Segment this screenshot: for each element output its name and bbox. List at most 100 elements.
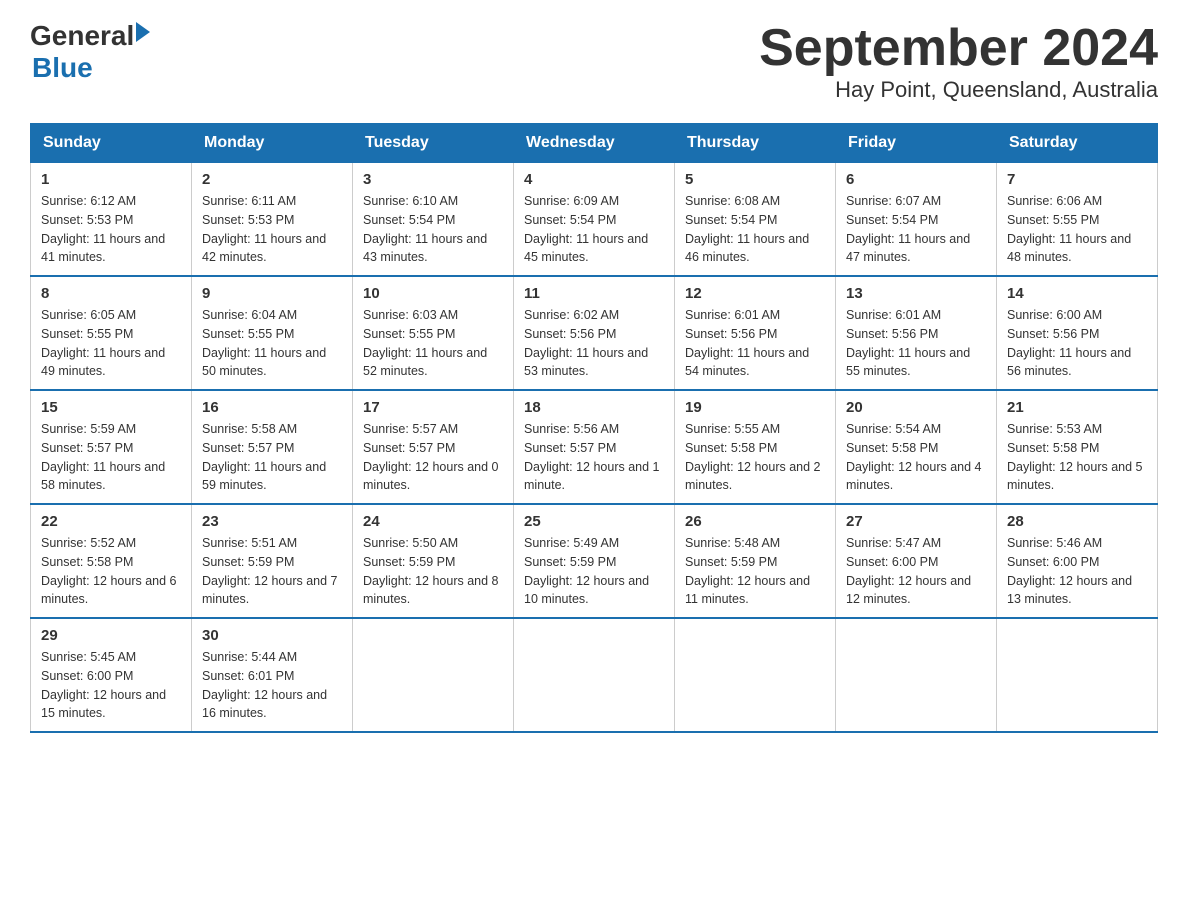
day-info: Sunrise: 5:48 AM Sunset: 5:59 PM Dayligh… [685,534,825,609]
calendar-cell: 30 Sunrise: 5:44 AM Sunset: 6:01 PM Dayl… [192,618,353,732]
day-info: Sunrise: 5:57 AM Sunset: 5:57 PM Dayligh… [363,420,503,495]
day-info: Sunrise: 6:01 AM Sunset: 5:56 PM Dayligh… [846,306,986,381]
day-number: 7 [1007,171,1147,188]
day-number: 10 [363,285,503,302]
day-number: 23 [202,513,342,530]
calendar-cell: 22 Sunrise: 5:52 AM Sunset: 5:58 PM Dayl… [31,504,192,618]
day-number: 3 [363,171,503,188]
day-info: Sunrise: 5:59 AM Sunset: 5:57 PM Dayligh… [41,420,181,495]
calendar-header: Sunday Monday Tuesday Wednesday Thursday… [31,124,1158,163]
calendar-cell: 5 Sunrise: 6:08 AM Sunset: 5:54 PM Dayli… [675,163,836,277]
calendar-cell [836,618,997,732]
calendar-week-row: 22 Sunrise: 5:52 AM Sunset: 5:58 PM Dayl… [31,504,1158,618]
col-wednesday: Wednesday [514,124,675,163]
calendar-title: September 2024 [759,20,1158,77]
calendar-cell [353,618,514,732]
calendar-cell: 8 Sunrise: 6:05 AM Sunset: 5:55 PM Dayli… [31,276,192,390]
calendar-cell: 20 Sunrise: 5:54 AM Sunset: 5:58 PM Dayl… [836,390,997,504]
logo: General Blue [30,20,150,84]
day-info: Sunrise: 5:55 AM Sunset: 5:58 PM Dayligh… [685,420,825,495]
logo-blue: Blue [32,52,150,84]
day-number: 30 [202,627,342,644]
calendar-table: Sunday Monday Tuesday Wednesday Thursday… [30,123,1158,733]
day-info: Sunrise: 5:44 AM Sunset: 6:01 PM Dayligh… [202,648,342,723]
calendar-cell: 27 Sunrise: 5:47 AM Sunset: 6:00 PM Dayl… [836,504,997,618]
col-saturday: Saturday [997,124,1158,163]
logo-arrow-icon [136,22,150,42]
day-info: Sunrise: 6:04 AM Sunset: 5:55 PM Dayligh… [202,306,342,381]
calendar-cell: 7 Sunrise: 6:06 AM Sunset: 5:55 PM Dayli… [997,163,1158,277]
calendar-cell: 10 Sunrise: 6:03 AM Sunset: 5:55 PM Dayl… [353,276,514,390]
calendar-cell: 1 Sunrise: 6:12 AM Sunset: 5:53 PM Dayli… [31,163,192,277]
calendar-cell: 17 Sunrise: 5:57 AM Sunset: 5:57 PM Dayl… [353,390,514,504]
day-number: 13 [846,285,986,302]
day-number: 22 [41,513,181,530]
day-number: 12 [685,285,825,302]
calendar-week-row: 15 Sunrise: 5:59 AM Sunset: 5:57 PM Dayl… [31,390,1158,504]
calendar-cell: 16 Sunrise: 5:58 AM Sunset: 5:57 PM Dayl… [192,390,353,504]
day-number: 4 [524,171,664,188]
calendar-cell: 9 Sunrise: 6:04 AM Sunset: 5:55 PM Dayli… [192,276,353,390]
page-header: General Blue September 2024 Hay Point, Q… [30,20,1158,103]
day-info: Sunrise: 5:45 AM Sunset: 6:00 PM Dayligh… [41,648,181,723]
calendar-week-row: 8 Sunrise: 6:05 AM Sunset: 5:55 PM Dayli… [31,276,1158,390]
day-number: 9 [202,285,342,302]
calendar-cell: 6 Sunrise: 6:07 AM Sunset: 5:54 PM Dayli… [836,163,997,277]
day-info: Sunrise: 6:05 AM Sunset: 5:55 PM Dayligh… [41,306,181,381]
day-number: 1 [41,171,181,188]
calendar-cell: 21 Sunrise: 5:53 AM Sunset: 5:58 PM Dayl… [997,390,1158,504]
calendar-cell: 12 Sunrise: 6:01 AM Sunset: 5:56 PM Dayl… [675,276,836,390]
day-number: 6 [846,171,986,188]
calendar-cell: 3 Sunrise: 6:10 AM Sunset: 5:54 PM Dayli… [353,163,514,277]
day-info: Sunrise: 6:03 AM Sunset: 5:55 PM Dayligh… [363,306,503,381]
col-friday: Friday [836,124,997,163]
day-info: Sunrise: 5:54 AM Sunset: 5:58 PM Dayligh… [846,420,986,495]
day-number: 18 [524,399,664,416]
day-info: Sunrise: 5:58 AM Sunset: 5:57 PM Dayligh… [202,420,342,495]
calendar-cell: 19 Sunrise: 5:55 AM Sunset: 5:58 PM Dayl… [675,390,836,504]
calendar-cell: 23 Sunrise: 5:51 AM Sunset: 5:59 PM Dayl… [192,504,353,618]
day-info: Sunrise: 6:02 AM Sunset: 5:56 PM Dayligh… [524,306,664,381]
day-info: Sunrise: 6:12 AM Sunset: 5:53 PM Dayligh… [41,192,181,267]
col-monday: Monday [192,124,353,163]
day-number: 2 [202,171,342,188]
calendar-cell: 24 Sunrise: 5:50 AM Sunset: 5:59 PM Dayl… [353,504,514,618]
day-number: 14 [1007,285,1147,302]
day-number: 21 [1007,399,1147,416]
day-info: Sunrise: 6:08 AM Sunset: 5:54 PM Dayligh… [685,192,825,267]
day-info: Sunrise: 5:52 AM Sunset: 5:58 PM Dayligh… [41,534,181,609]
calendar-cell: 11 Sunrise: 6:02 AM Sunset: 5:56 PM Dayl… [514,276,675,390]
day-number: 16 [202,399,342,416]
day-number: 27 [846,513,986,530]
logo-general: General [30,20,134,52]
day-number: 19 [685,399,825,416]
col-tuesday: Tuesday [353,124,514,163]
day-number: 8 [41,285,181,302]
day-number: 11 [524,285,664,302]
col-sunday: Sunday [31,124,192,163]
calendar-cell [514,618,675,732]
day-info: Sunrise: 6:09 AM Sunset: 5:54 PM Dayligh… [524,192,664,267]
day-info: Sunrise: 5:56 AM Sunset: 5:57 PM Dayligh… [524,420,664,495]
calendar-body: 1 Sunrise: 6:12 AM Sunset: 5:53 PM Dayli… [31,163,1158,733]
day-number: 15 [41,399,181,416]
calendar-cell [675,618,836,732]
calendar-cell: 18 Sunrise: 5:56 AM Sunset: 5:57 PM Dayl… [514,390,675,504]
day-info: Sunrise: 6:01 AM Sunset: 5:56 PM Dayligh… [685,306,825,381]
day-number: 20 [846,399,986,416]
day-number: 29 [41,627,181,644]
calendar-cell: 28 Sunrise: 5:46 AM Sunset: 6:00 PM Dayl… [997,504,1158,618]
calendar-header-row: Sunday Monday Tuesday Wednesday Thursday… [31,124,1158,163]
calendar-cell: 29 Sunrise: 5:45 AM Sunset: 6:00 PM Dayl… [31,618,192,732]
day-info: Sunrise: 5:53 AM Sunset: 5:58 PM Dayligh… [1007,420,1147,495]
calendar-cell [997,618,1158,732]
calendar-cell: 14 Sunrise: 6:00 AM Sunset: 5:56 PM Dayl… [997,276,1158,390]
calendar-week-row: 29 Sunrise: 5:45 AM Sunset: 6:00 PM Dayl… [31,618,1158,732]
day-number: 5 [685,171,825,188]
day-number: 24 [363,513,503,530]
calendar-cell: 15 Sunrise: 5:59 AM Sunset: 5:57 PM Dayl… [31,390,192,504]
calendar-cell: 26 Sunrise: 5:48 AM Sunset: 5:59 PM Dayl… [675,504,836,618]
day-info: Sunrise: 6:06 AM Sunset: 5:55 PM Dayligh… [1007,192,1147,267]
day-info: Sunrise: 5:49 AM Sunset: 5:59 PM Dayligh… [524,534,664,609]
calendar-cell: 4 Sunrise: 6:09 AM Sunset: 5:54 PM Dayli… [514,163,675,277]
